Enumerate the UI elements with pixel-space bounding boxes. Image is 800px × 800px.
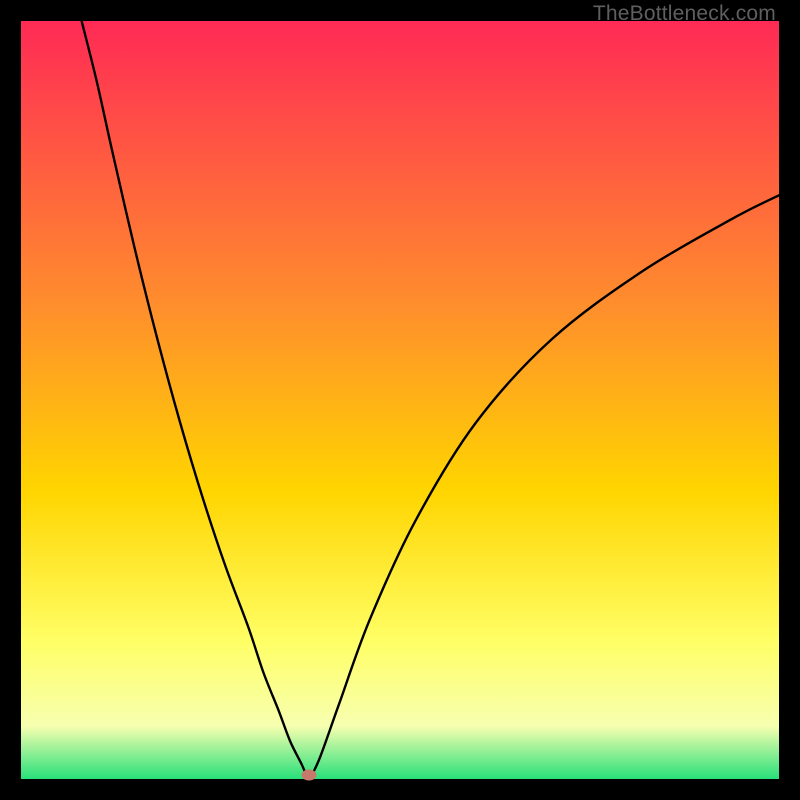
chart-frame — [21, 21, 779, 779]
optimal-point-marker — [302, 770, 317, 781]
bottleneck-curve — [21, 21, 779, 779]
